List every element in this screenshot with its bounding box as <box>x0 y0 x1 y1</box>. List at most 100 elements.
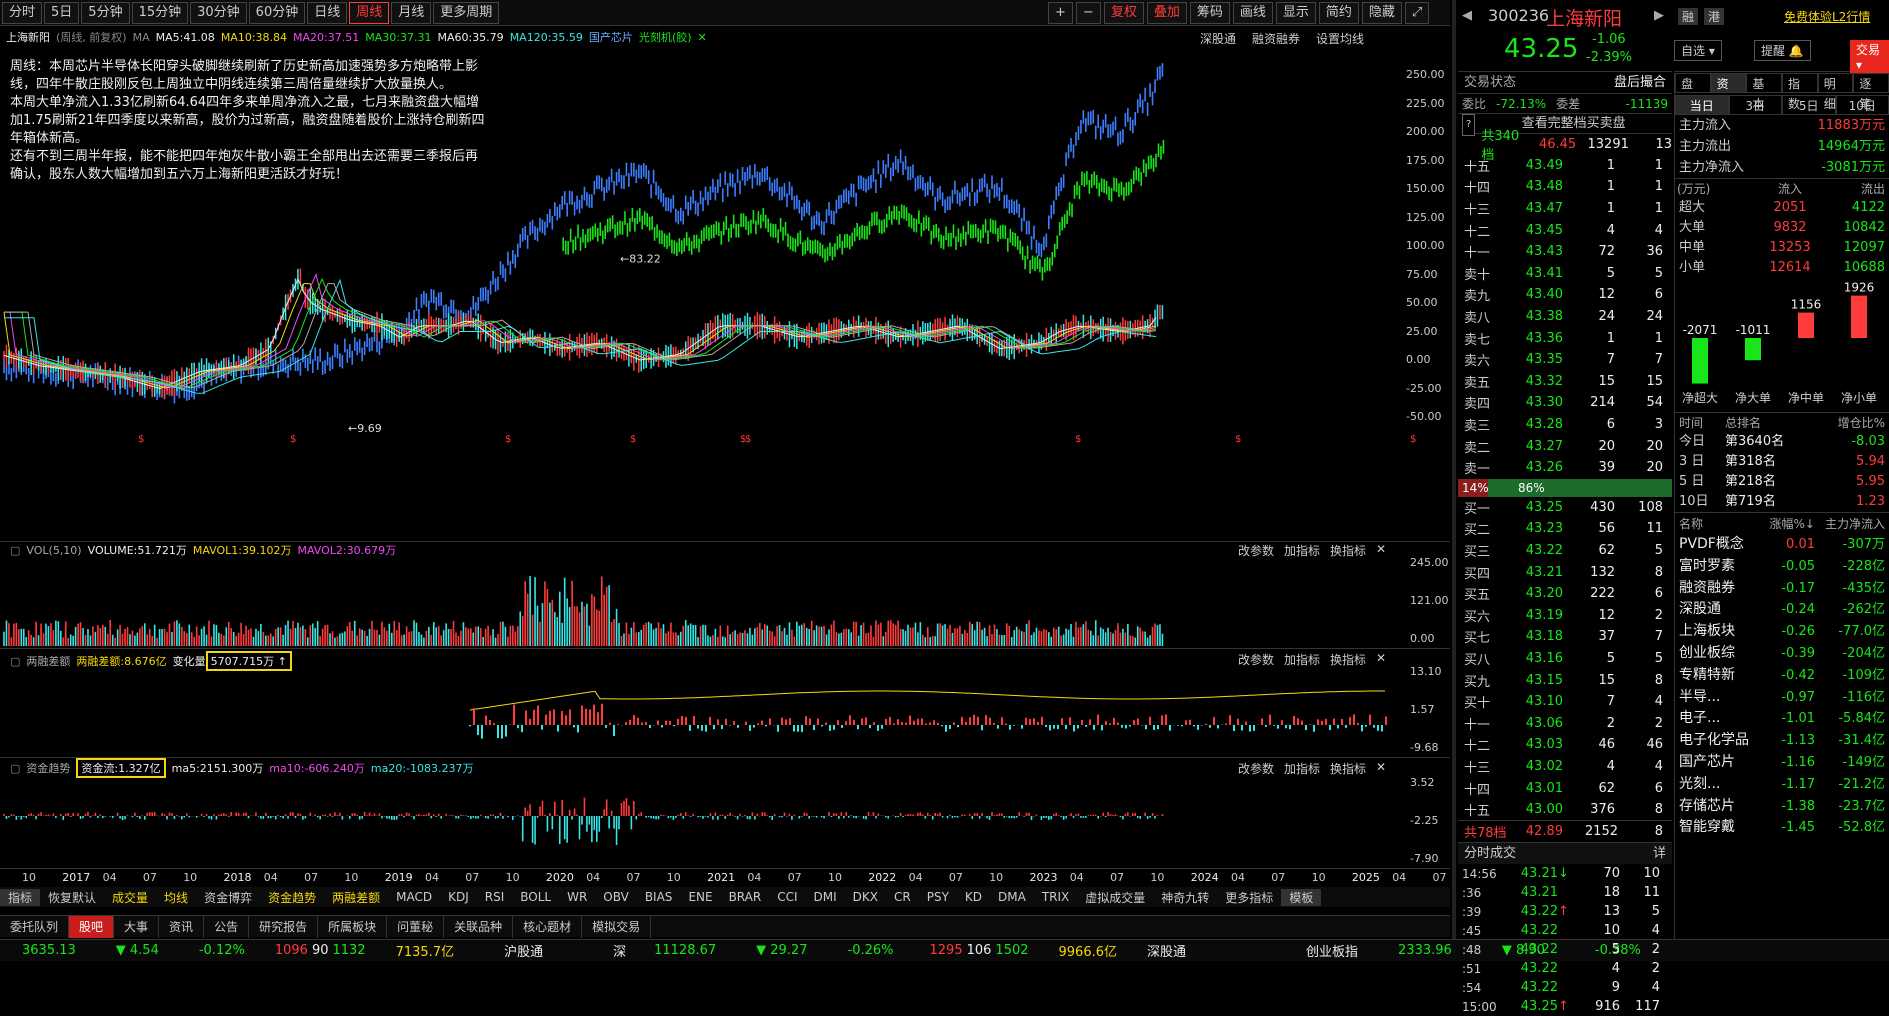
event-marker[interactable]: $ <box>290 434 296 445</box>
indicator-tab-10[interactable]: BOLL <box>512 890 559 904</box>
event-marker[interactable]: $ <box>1235 434 1241 445</box>
period-4[interactable]: 30分钟 <box>190 2 247 24</box>
buys-row[interactable]: 买十43.1074 <box>1458 691 1672 713</box>
fund-add-indicator[interactable]: 加指标 <box>1284 760 1320 777</box>
indicator-tab-5[interactable]: 资金趋势 <box>260 889 324 906</box>
buys-row[interactable]: 买八43.1655 <box>1458 648 1672 670</box>
sells-row[interactable]: 卖十43.4155 <box>1458 263 1672 285</box>
simple-button[interactable]: 简约 <box>1319 2 1359 24</box>
sells-row[interactable]: 十五43.4911 <box>1458 155 1672 177</box>
indicator-tab-7[interactable]: MACD <box>388 890 440 904</box>
day-tab-0[interactable]: 当日 <box>1675 95 1729 115</box>
buys-row[interactable]: 十二43.034646 <box>1458 734 1672 756</box>
period-7[interactable]: 周线 <box>349 2 389 24</box>
next-stock-icon[interactable]: ▶ <box>1654 8 1664 23</box>
buys-row[interactable]: 十三43.0244 <box>1458 756 1672 778</box>
indicator-tab-25[interactable]: 神奇九转 <box>1153 889 1217 906</box>
sells-row[interactable]: 卖七43.3611 <box>1458 327 1672 349</box>
sector-row[interactable]: 智能穿戴-1.45-52.8亿 <box>1675 817 1889 839</box>
bottom-tab-4[interactable]: 公告 <box>204 916 249 938</box>
sector-row[interactable]: 富时罗素-0.05-228亿 <box>1675 556 1889 578</box>
indicator-tab-3[interactable]: 均线 <box>156 889 196 906</box>
indicator-tab-14[interactable]: ENE <box>680 890 720 904</box>
sgt-status-link[interactable]: 深股通 <box>1147 941 1186 960</box>
hgt-link[interactable]: 沪股通 <box>504 941 543 960</box>
sector-row[interactable]: 半导...-0.97-116亿 <box>1675 687 1889 709</box>
watchlist-button[interactable]: 自选 ▾ <box>1674 40 1722 61</box>
sells-row[interactable]: 十一43.437236 <box>1458 241 1672 263</box>
buys-row[interactable]: 十四43.01626 <box>1458 777 1672 799</box>
buys-row[interactable]: 买五43.202226 <box>1458 583 1672 605</box>
fund-close-icon[interactable]: ✕ <box>1376 760 1386 777</box>
indicator-tab-13[interactable]: BIAS <box>637 890 681 904</box>
plus-icon[interactable]: + <box>1048 2 1073 24</box>
indicator-tab-1[interactable]: 恢复默认 <box>40 889 104 906</box>
minus-icon[interactable]: − <box>1076 2 1101 24</box>
indicator-tab-27[interactable]: 模板 <box>1281 889 1321 906</box>
day-tab-2[interactable]: 5日 <box>1782 95 1836 115</box>
period-3[interactable]: 15分钟 <box>132 2 189 24</box>
sells-row[interactable]: 十四43.4811 <box>1458 176 1672 198</box>
indicator-tab-21[interactable]: KD <box>957 890 990 904</box>
buys-row[interactable]: 买二43.235611 <box>1458 518 1672 540</box>
fund-settings-icon[interactable]: ▢ <box>10 762 20 775</box>
indicator-tab-0[interactable]: 指标 <box>0 889 40 906</box>
indicator-tab-23[interactable]: TRIX <box>1034 890 1077 904</box>
indicator-tab-12[interactable]: OBV <box>595 890 637 904</box>
period-8[interactable]: 月线 <box>391 2 431 24</box>
day-tab-1[interactable]: 3日 <box>1729 95 1783 115</box>
fund-tab-4[interactable]: 明细 <box>1818 73 1854 93</box>
event-marker[interactable]: $ <box>745 434 751 445</box>
indicator-tab-20[interactable]: PSY <box>919 890 957 904</box>
buys-row[interactable]: 十五43.003768 <box>1458 799 1672 821</box>
sector-row[interactable]: 存储芯片-1.38-23.7亿 <box>1675 796 1889 818</box>
sector-row[interactable]: 上海板块-0.26-77.0亿 <box>1675 621 1889 643</box>
indicator-tab-18[interactable]: DKX <box>845 890 886 904</box>
sells-row[interactable]: 卖八43.382424 <box>1458 306 1672 328</box>
close-overlay-icon[interactable]: ✕ <box>698 31 707 44</box>
period-6[interactable]: 日线 <box>307 2 347 24</box>
sector-row[interactable]: 专精特新-0.42-109亿 <box>1675 665 1889 687</box>
sector-row[interactable]: 融资融券-0.17-435亿 <box>1675 578 1889 600</box>
fuquan-button[interactable]: 复权 <box>1104 2 1144 24</box>
overlay-button[interactable]: 叠加 <box>1147 2 1187 24</box>
bottom-tab-3[interactable]: 资讯 <box>159 916 204 938</box>
ma-settings-link[interactable]: 设置均线 <box>1316 30 1364 47</box>
event-marker[interactable]: $ <box>1075 434 1081 445</box>
margin-badge[interactable]: 融 <box>1678 8 1698 25</box>
sector-row[interactable]: 电子化学品-1.13-31.4亿 <box>1675 730 1889 752</box>
fund-tab-1[interactable]: 资金 <box>1711 73 1747 93</box>
display-button[interactable]: 显示 <box>1276 2 1316 24</box>
indicator-tab-15[interactable]: BRAR <box>721 890 770 904</box>
sells-row[interactable]: 十二43.4544 <box>1458 219 1672 241</box>
fund-tab-5[interactable]: 逐笔 <box>1853 73 1889 93</box>
draw-button[interactable]: 画线 <box>1233 2 1273 24</box>
indicator-tab-6[interactable]: 两融差额 <box>324 889 388 906</box>
vol-settings-icon[interactable]: ▢ <box>10 544 20 557</box>
margin-link[interactable]: 融资融券 <box>1252 30 1300 47</box>
indicator-tab-22[interactable]: DMA <box>990 890 1034 904</box>
sells-row[interactable]: 十三43.4711 <box>1458 198 1672 220</box>
buys-row[interactable]: 买七43.18377 <box>1458 626 1672 648</box>
event-marker[interactable]: $ <box>630 434 636 445</box>
hk-badge[interactable]: 港 <box>1704 8 1724 25</box>
sector-row[interactable]: 创业板综-0.39-204亿 <box>1675 643 1889 665</box>
indicator-tab-8[interactable]: KDJ <box>440 890 477 904</box>
sector-row[interactable]: 国产芯片-1.16-149亿 <box>1675 752 1889 774</box>
overlay-tag-litho[interactable]: 光刻机(胶) <box>639 29 692 45</box>
fullscreen-icon[interactable]: ⤢ <box>1405 2 1429 24</box>
period-2[interactable]: 5分钟 <box>81 2 129 24</box>
sells-row[interactable]: 卖六43.3577 <box>1458 349 1672 371</box>
help-icon[interactable]: ? <box>1462 114 1475 136</box>
bottom-tab-7[interactable]: 问董秘 <box>387 916 444 938</box>
buys-row[interactable]: 买三43.22625 <box>1458 540 1672 562</box>
bottom-tab-8[interactable]: 关联品种 <box>444 916 513 938</box>
chips-button[interactable]: 筹码 <box>1190 2 1230 24</box>
indicator-tab-26[interactable]: 更多指标 <box>1217 889 1281 906</box>
buys-row[interactable]: 买一43.25430108 <box>1458 497 1672 519</box>
sells-row[interactable]: 卖四43.3021454 <box>1458 392 1672 414</box>
sector-chg-header[interactable]: 涨幅%↓ <box>1765 513 1815 534</box>
indicator-tab-11[interactable]: WR <box>559 890 595 904</box>
sells-row[interactable]: 卖三43.2863 <box>1458 414 1672 436</box>
bottom-tab-1[interactable]: 股吧 <box>69 916 114 938</box>
